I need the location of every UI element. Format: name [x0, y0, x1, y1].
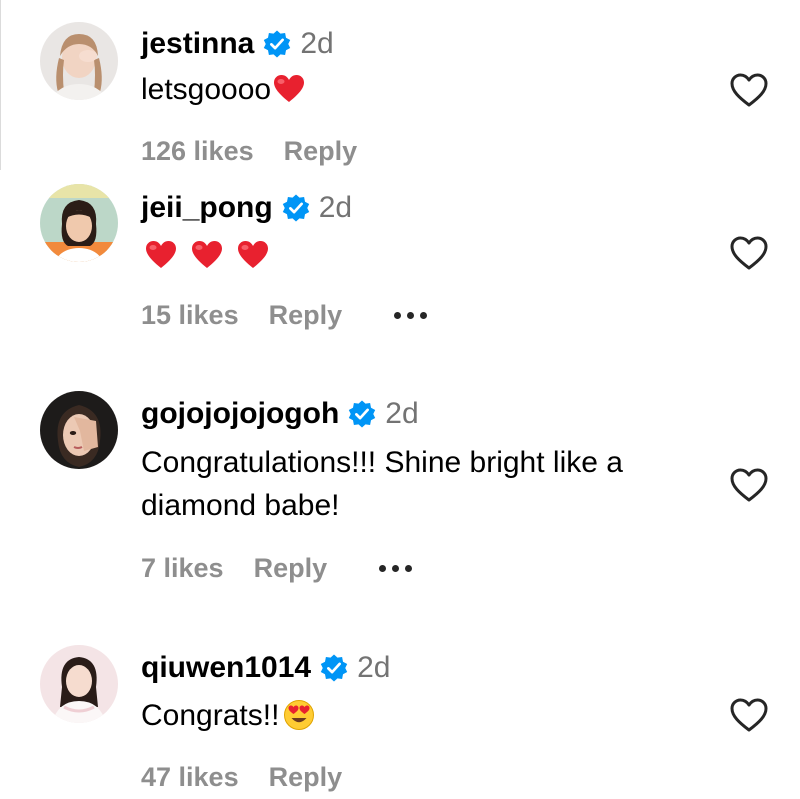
like-heart-icon[interactable]: [729, 235, 769, 271]
comment-username[interactable]: jeii_pong: [141, 193, 273, 223]
likes-count[interactable]: 7 likes: [141, 555, 224, 582]
comment-timestamp: 2d: [300, 27, 334, 60]
reply-button[interactable]: Reply: [254, 555, 328, 582]
heart-eyes-emoji-icon: [284, 700, 315, 730]
likes-count[interactable]: 126 likes: [141, 138, 254, 165]
avatar[interactable]: [40, 391, 118, 469]
avatar[interactable]: [40, 22, 118, 100]
verified-badge-icon: [282, 194, 309, 222]
reply-button[interactable]: Reply: [269, 764, 343, 791]
likes-count[interactable]: 15 likes: [141, 302, 239, 329]
red-heart-icon: [238, 241, 268, 268]
avatar-image: [40, 22, 118, 100]
avatar-image: [40, 391, 118, 469]
thread-divider-line: [0, 0, 1, 170]
comment-text-line: Congratulations!!! Shine bright like a d…: [141, 441, 711, 527]
comment-username[interactable]: qiuwen1014: [141, 653, 311, 683]
comment-timestamp: 2d: [318, 191, 353, 224]
red-heart-icon: [274, 75, 305, 102]
verified-badge-icon: [349, 400, 376, 428]
reply-button[interactable]: Reply: [269, 302, 343, 329]
likes-count[interactable]: 47 likes: [141, 764, 239, 791]
comment-username[interactable]: jestinna: [141, 29, 254, 59]
avatar-image: [40, 645, 118, 723]
comment-text-line: Congrats!!: [141, 694, 701, 737]
comment-username[interactable]: gojojojojogoh: [141, 399, 339, 429]
comment-timestamp: 2d: [357, 651, 391, 684]
comment-timestamp: 2d: [385, 397, 419, 430]
verified-badge-icon: [320, 654, 348, 682]
more-options-icon[interactable]: [394, 312, 428, 319]
avatar[interactable]: [40, 645, 118, 723]
reply-button[interactable]: Reply: [284, 138, 358, 165]
red-heart-icon: [146, 241, 176, 268]
red-heart-icon: [192, 241, 222, 268]
comment-text-line: [141, 234, 701, 277]
comment-text: letsgoooo: [141, 73, 272, 106]
comment-text: Congratulations!!! Shine bright like a d…: [141, 446, 623, 522]
more-options-icon[interactable]: [379, 565, 413, 572]
avatar[interactable]: [40, 184, 118, 262]
like-heart-icon[interactable]: [729, 467, 769, 503]
like-heart-icon[interactable]: [729, 697, 769, 733]
comment-text-line: letsgoooo: [141, 68, 701, 111]
avatar-image: [40, 184, 118, 262]
like-heart-icon[interactable]: [729, 72, 769, 108]
verified-badge-icon: [264, 30, 291, 58]
comment-text: Congrats!!: [141, 699, 280, 732]
